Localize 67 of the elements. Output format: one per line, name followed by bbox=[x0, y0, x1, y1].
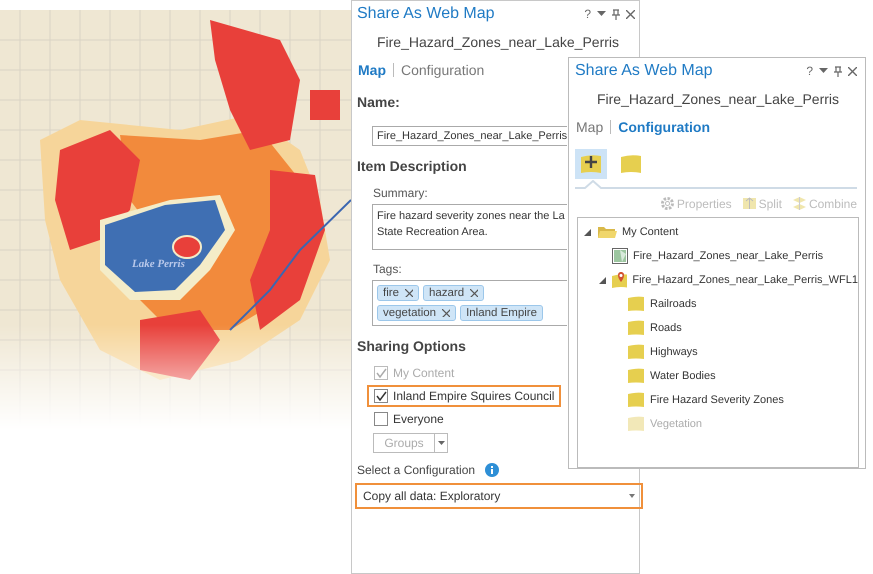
gear-icon bbox=[660, 196, 675, 211]
remove-icon[interactable] bbox=[442, 309, 450, 317]
layer-icon bbox=[627, 320, 645, 336]
map-name: Fire_Hazard_Zones_near_Lake_Perris bbox=[376, 33, 620, 52]
layer-icon bbox=[627, 296, 645, 312]
field-label: Select a Configuration bbox=[357, 463, 476, 477]
tree-item[interactable]: Water Bodies bbox=[578, 364, 858, 388]
check-icon bbox=[376, 368, 386, 378]
tree-item[interactable]: Highways bbox=[578, 340, 858, 364]
map-name: Fire_Hazard_Zones_near_Lake_Perris bbox=[596, 90, 840, 109]
tab[interactable]: Configuration bbox=[618, 119, 710, 135]
name-field[interactable]: Fire_Hazard_Zones_near_Lake_Perris bbox=[372, 126, 567, 146]
tree-item[interactable]: Fire_Hazard_Zones_near_Lake_Perris_WFL1 bbox=[578, 268, 858, 292]
layer-icon bbox=[627, 368, 645, 384]
tree-item[interactable]: Fire_Hazard_Zones_near_Lake_Perris bbox=[578, 244, 858, 268]
split-icon bbox=[742, 196, 757, 211]
pin-icon[interactable] bbox=[834, 66, 842, 76]
expand-arrow-icon[interactable] bbox=[584, 228, 591, 236]
tag-chip[interactable]: fire bbox=[377, 285, 419, 301]
tree-item[interactable]: Railroads bbox=[578, 292, 858, 316]
layer-icon bbox=[627, 416, 645, 432]
remove-icon[interactable] bbox=[470, 289, 478, 297]
dropdown-icon[interactable] bbox=[597, 11, 606, 17]
pin-icon[interactable] bbox=[612, 8, 620, 20]
help-button[interactable]: ? bbox=[806, 64, 813, 78]
tab[interactable]: Configuration bbox=[401, 62, 484, 78]
pane-title: Share As Web Map bbox=[575, 62, 713, 80]
map-icon bbox=[612, 248, 628, 264]
layer-icon bbox=[627, 392, 645, 408]
layer-icon bbox=[579, 153, 603, 175]
section-heading: Item Description bbox=[357, 158, 467, 174]
tag-chip[interactable]: hazard bbox=[422, 285, 484, 301]
tree-item[interactable]: Roads bbox=[578, 316, 858, 340]
remove-icon[interactable] bbox=[404, 289, 413, 297]
layer-pin-icon bbox=[611, 271, 628, 289]
check-icon bbox=[376, 391, 386, 401]
tree-item[interactable]: Fire Hazard Severity Zones bbox=[578, 388, 858, 412]
tree-item[interactable]: My Content bbox=[578, 220, 858, 244]
summary-field[interactable]: Fire hazard severity zones near the La State Recreation Area. bbox=[372, 204, 567, 250]
section-heading: Sharing Options bbox=[357, 338, 466, 354]
tags-field[interactable]: fire hazard vegetation Inland Empire bbox=[372, 280, 567, 326]
caret-icon[interactable] bbox=[629, 494, 635, 498]
checkbox[interactable] bbox=[374, 389, 388, 403]
tag-chip[interactable]: vegetation bbox=[377, 305, 456, 321]
layer-icon bbox=[627, 344, 645, 360]
close-icon[interactable] bbox=[626, 10, 635, 18]
tab[interactable]: Map bbox=[576, 119, 604, 135]
dropdown-icon[interactable] bbox=[819, 68, 828, 74]
field-label: Summary: bbox=[373, 186, 428, 200]
help-button[interactable]: ? bbox=[584, 7, 591, 21]
combine-icon bbox=[792, 196, 807, 211]
checkbox-option[interactable]: Everyone bbox=[367, 408, 451, 430]
tag-chip[interactable]: Inland Empire bbox=[460, 305, 544, 321]
section-heading: Name: bbox=[357, 94, 400, 110]
pane-title: Share As Web Map bbox=[357, 5, 495, 23]
checkbox-option[interactable]: Inland Empire Squires Council bbox=[367, 385, 562, 407]
checkbox[interactable] bbox=[374, 412, 388, 426]
close-icon[interactable] bbox=[848, 66, 857, 76]
info-icon[interactable] bbox=[485, 463, 500, 477]
layer-icon bbox=[619, 153, 643, 175]
tab[interactable]: Map bbox=[358, 62, 386, 78]
expand-arrow-icon[interactable] bbox=[599, 276, 606, 284]
field-label: Tags: bbox=[373, 262, 402, 276]
map-label: Lake Perris bbox=[132, 258, 185, 270]
folder-icon bbox=[597, 224, 617, 240]
configuration-dropdown[interactable]: Copy all data: Exploratory bbox=[355, 483, 643, 509]
add-layer-button[interactable] bbox=[575, 149, 607, 179]
